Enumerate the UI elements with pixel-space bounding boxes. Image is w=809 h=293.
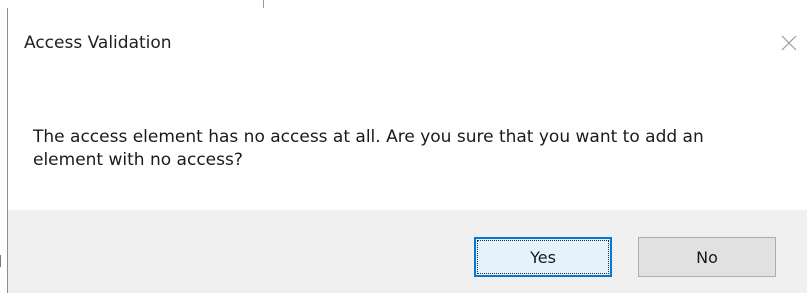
dialog-title: Access Validation (24, 33, 172, 53)
background-column-divider (263, 0, 264, 8)
yes-button[interactable]: Yes (474, 237, 612, 277)
dialog-message: The access element has no access at all.… (33, 127, 704, 170)
close-button[interactable] (776, 30, 802, 56)
access-validation-dialog: Access Validation The access element has… (7, 8, 807, 293)
dialog-title-bar[interactable]: Access Validation (8, 8, 807, 80)
dialog-body: The access element has no access at all.… (8, 80, 807, 210)
close-icon (780, 34, 798, 52)
dialog-button-bar: Yes No (8, 210, 807, 293)
no-button[interactable]: No (638, 237, 776, 277)
no-button-label: No (696, 247, 718, 267)
background-window-edge (0, 255, 1, 267)
yes-button-label: Yes (530, 247, 556, 267)
